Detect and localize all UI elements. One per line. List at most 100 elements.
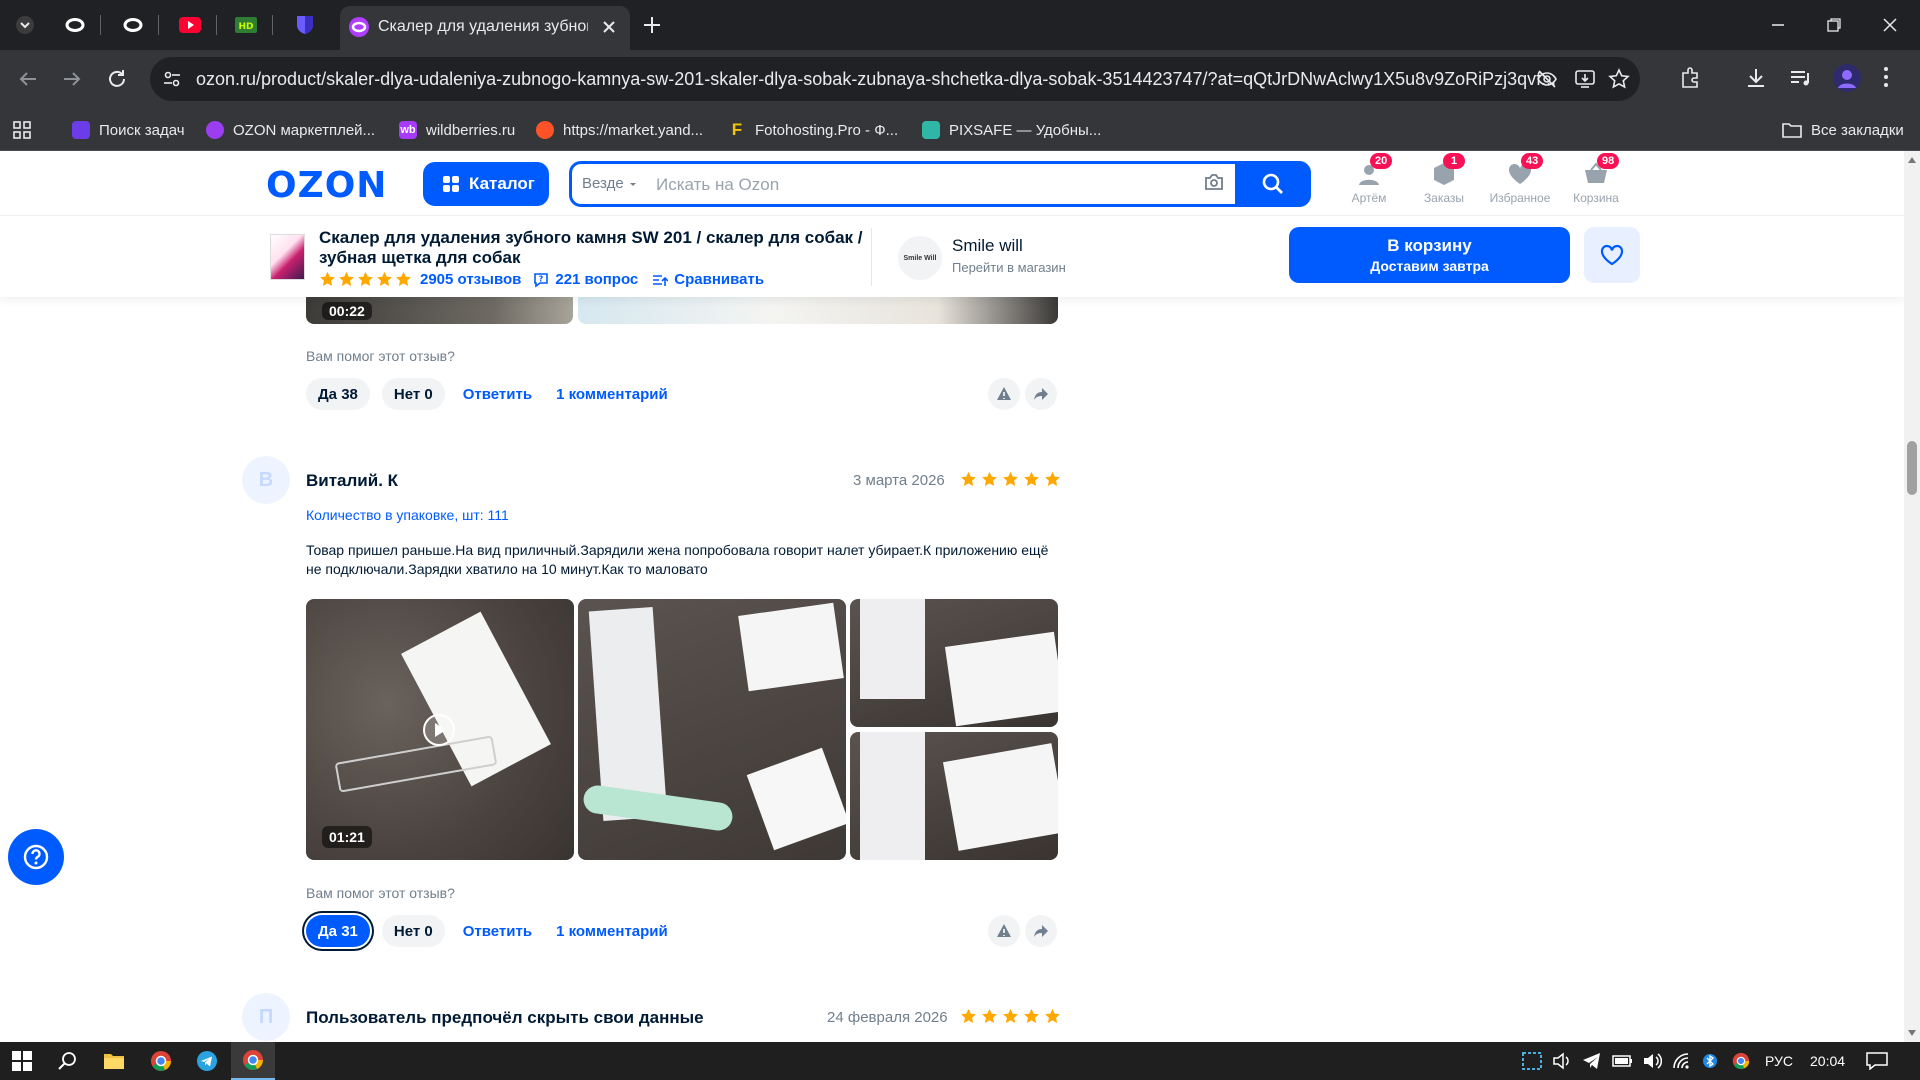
star-icon bbox=[339, 271, 354, 286]
bookmark-star-icon[interactable] bbox=[1608, 68, 1630, 90]
bookmark-item[interactable]: Поиск задач bbox=[72, 118, 185, 142]
questions-link[interactable]: 221 вопрос bbox=[555, 271, 646, 288]
question-circle-icon bbox=[23, 844, 49, 870]
helpful-no-button[interactable]: Нет 0 bbox=[381, 378, 445, 410]
seller-name[interactable]: Smile will bbox=[952, 236, 1023, 256]
address-bar[interactable]: ozon.ru/product/skaler-dlya-udaleniya-zu… bbox=[150, 57, 1640, 101]
reply-link[interactable]: Ответить bbox=[457, 923, 538, 940]
volume-icon[interactable] bbox=[1642, 1052, 1662, 1070]
clock[interactable]: 20:04 bbox=[1810, 1053, 1845, 1069]
all-bookmarks[interactable]: Все закладки bbox=[1782, 118, 1904, 142]
window-close-icon[interactable] bbox=[1870, 12, 1910, 38]
favorite-button[interactable] bbox=[1584, 227, 1640, 283]
download-icon[interactable] bbox=[1743, 65, 1769, 91]
report-button[interactable] bbox=[988, 378, 1020, 410]
speaker-icon[interactable] bbox=[1552, 1052, 1572, 1070]
compare-link[interactable]: Сравнивать bbox=[674, 271, 764, 288]
helpful-no-button[interactable]: Нет 0 bbox=[381, 915, 445, 947]
restore-icon[interactable] bbox=[1814, 12, 1854, 38]
warning-icon bbox=[997, 924, 1011, 937]
search-input[interactable] bbox=[654, 170, 1214, 200]
scroll-down-arrow-icon[interactable] bbox=[1908, 1030, 1916, 1036]
battery-icon[interactable] bbox=[1612, 1052, 1634, 1070]
header-favorites[interactable]: 43 Избранное bbox=[1485, 153, 1555, 205]
review-video-thumbnail[interactable]: 01:21 bbox=[306, 599, 574, 860]
chrome-tray-icon[interactable] bbox=[1732, 1052, 1750, 1070]
tab-active-product[interactable]: Скалер для удаления зубного bbox=[340, 6, 630, 50]
review-photo[interactable] bbox=[578, 599, 846, 860]
install-app-icon[interactable] bbox=[1574, 68, 1596, 90]
search-button[interactable] bbox=[1235, 161, 1311, 207]
tab-shield-icon[interactable] bbox=[292, 12, 318, 38]
taskbar-search-icon[interactable] bbox=[46, 1042, 90, 1080]
chrome-active-icon[interactable] bbox=[231, 1042, 275, 1080]
kebab-menu-icon[interactable] bbox=[1882, 65, 1890, 89]
header-orders[interactable]: 1 Заказы bbox=[1409, 153, 1479, 205]
report-button[interactable] bbox=[988, 915, 1020, 947]
back-arrow-icon[interactable] bbox=[14, 65, 42, 93]
reply-link[interactable]: Ответить bbox=[457, 386, 538, 403]
product-thumbnail[interactable] bbox=[270, 234, 305, 280]
forward-arrow-icon[interactable] bbox=[58, 65, 86, 93]
share-button[interactable] bbox=[1025, 915, 1057, 947]
tab-ozon-icon-2[interactable] bbox=[120, 12, 146, 38]
bookmark-item[interactable]: F Fotohosting.Pro - Ф... bbox=[728, 118, 898, 142]
scrollbar-thumb[interactable] bbox=[1907, 441, 1917, 495]
windows-taskbar: РУС 20:04 bbox=[0, 1042, 1920, 1080]
share-button[interactable] bbox=[1025, 378, 1057, 410]
helpful-yes-button[interactable]: Да 38 bbox=[306, 378, 370, 410]
header-cart[interactable]: 98 Корзина bbox=[1561, 153, 1631, 205]
seller-logo[interactable]: Smile Will bbox=[898, 236, 942, 280]
bluetooth-icon[interactable] bbox=[1703, 1052, 1717, 1070]
seller-store-link[interactable]: Перейти в магазин bbox=[952, 260, 1066, 275]
close-icon[interactable] bbox=[598, 16, 620, 38]
screen-snip-icon[interactable] bbox=[1522, 1052, 1542, 1070]
review-photo[interactable] bbox=[850, 599, 1058, 727]
minimize-icon[interactable] bbox=[1758, 12, 1798, 38]
page-scrollbar[interactable] bbox=[1904, 151, 1920, 1042]
comments-link[interactable]: 1 комментарий bbox=[550, 923, 674, 940]
wifi-icon[interactable] bbox=[1672, 1052, 1692, 1070]
tab-youtube-icon[interactable] bbox=[177, 12, 203, 38]
apps-grid-icon[interactable] bbox=[12, 118, 32, 142]
bookmark-item[interactable]: OZON маркетплей... bbox=[206, 118, 375, 142]
wb-icon: wb bbox=[399, 121, 417, 139]
help-chat-button[interactable] bbox=[8, 829, 64, 885]
review-photo[interactable] bbox=[850, 732, 1058, 860]
reviewer-name[interactable]: Виталий. К bbox=[306, 471, 398, 491]
browser-toolbar: ozon.ru/product/skaler-dlya-udaleniya-zu… bbox=[0, 50, 1920, 108]
reload-icon[interactable] bbox=[103, 65, 131, 93]
telegram-icon[interactable] bbox=[185, 1042, 229, 1080]
comments-link[interactable]: 1 комментарий bbox=[550, 386, 674, 403]
catalog-button[interactable]: Каталог bbox=[423, 162, 549, 206]
compare-icon bbox=[653, 274, 669, 286]
reviews-link[interactable]: 2905 отзывов bbox=[418, 271, 527, 288]
bookmark-item[interactable]: https://market.yand... bbox=[536, 118, 703, 142]
header-profile[interactable]: 20 Артём bbox=[1334, 153, 1404, 205]
scroll-up-arrow-icon[interactable] bbox=[1908, 157, 1916, 163]
file-explorer-icon[interactable] bbox=[92, 1042, 136, 1080]
telegram-tray-icon[interactable] bbox=[1582, 1052, 1602, 1070]
eye-off-icon[interactable] bbox=[1536, 68, 1558, 90]
notifications-icon[interactable] bbox=[1866, 1052, 1888, 1070]
tab-hd-icon[interactable]: HD bbox=[233, 12, 259, 38]
search-scope-select[interactable]: Везде bbox=[582, 175, 638, 192]
bookmark-item[interactable]: wb wildberries.ru bbox=[399, 118, 515, 142]
tab-ozon-icon[interactable] bbox=[62, 12, 88, 38]
add-to-cart-button[interactable]: В корзину Доставим завтра bbox=[1289, 227, 1570, 283]
profile-avatar[interactable] bbox=[1832, 63, 1862, 93]
reviewer-name[interactable]: Пользователь предпочёл скрыть свои данны… bbox=[306, 1008, 704, 1028]
helpful-yes-button[interactable]: Да 31 bbox=[306, 915, 370, 947]
camera-icon[interactable] bbox=[1204, 173, 1224, 191]
tab-search-icon[interactable] bbox=[12, 12, 38, 38]
new-tab-plus-icon[interactable] bbox=[640, 13, 664, 37]
play-icon[interactable] bbox=[422, 713, 456, 747]
chrome-icon[interactable] bbox=[139, 1042, 183, 1080]
windows-start-icon[interactable] bbox=[0, 1042, 44, 1080]
bookmark-item[interactable]: PIXSAFE — Удобны... bbox=[922, 118, 1101, 142]
ozon-logo[interactable]: OZON bbox=[266, 165, 387, 206]
keyboard-language[interactable]: РУС bbox=[1765, 1053, 1793, 1069]
extensions-puzzle-icon[interactable] bbox=[1678, 65, 1704, 91]
site-settings-icon[interactable] bbox=[162, 69, 182, 89]
media-control-icon[interactable] bbox=[1788, 65, 1814, 91]
